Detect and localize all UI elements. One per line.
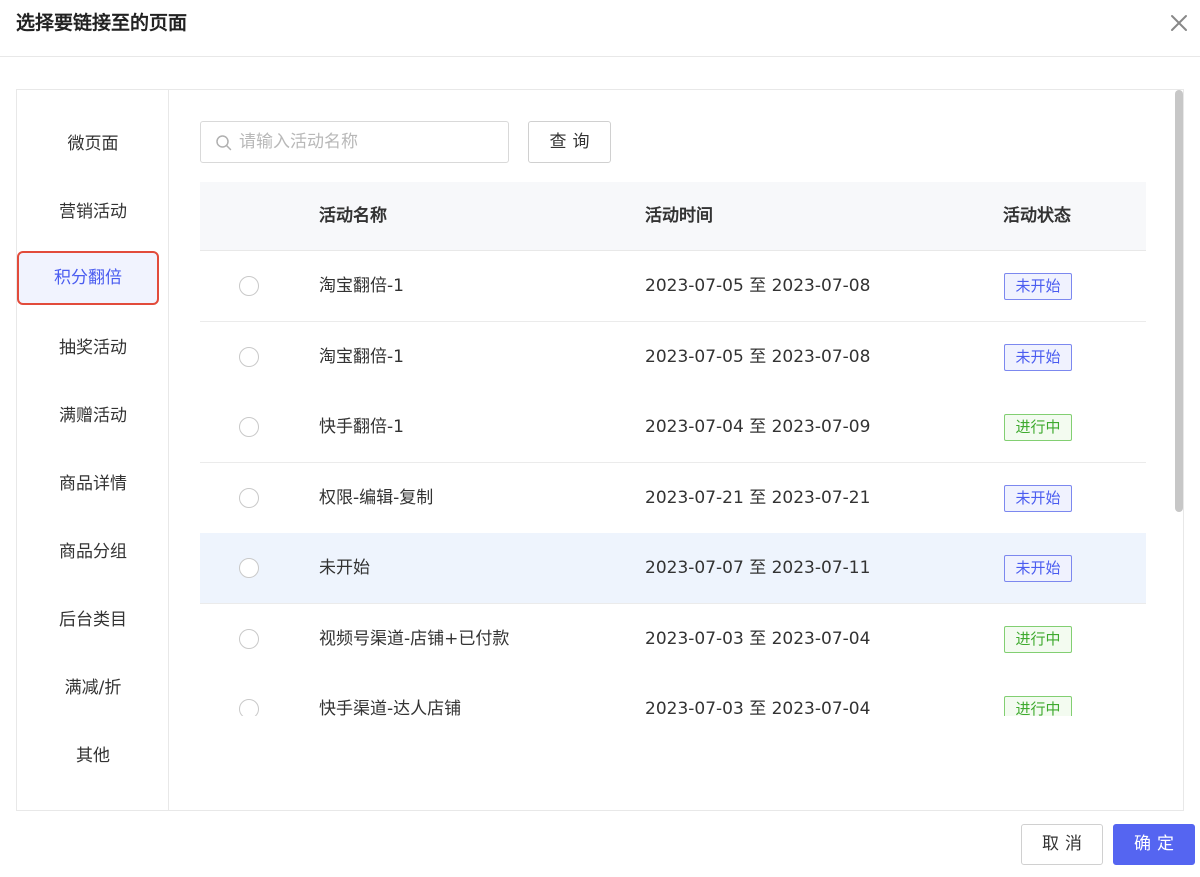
status-badge: 进行中	[1004, 696, 1072, 716]
row-radio[interactable]	[239, 699, 259, 716]
sidebar-item-points-double[interactable]: 积分翻倍	[17, 251, 159, 305]
search-box	[200, 121, 509, 163]
status-badge: 进行中	[1004, 414, 1072, 441]
search-icon	[216, 135, 232, 151]
activity-time: 2023-07-05 至 2023-07-08	[645, 276, 871, 296]
status-badge: 未开始	[1004, 273, 1072, 300]
activity-time: 2023-07-21 至 2023-07-21	[645, 488, 871, 508]
row-radio[interactable]	[239, 347, 259, 367]
table-row[interactable]: 权限-编辑-复制 2023-07-21 至 2023-07-21 未开始	[200, 463, 1146, 534]
activity-name: 视频号渠道-店铺+已付款	[319, 629, 510, 649]
column-header-name: 活动名称	[319, 206, 387, 226]
table-row[interactable]: 快手渠道-达人店铺 2023-07-03 至 2023-07-04 进行中	[200, 674, 1146, 716]
page-type-sidebar: 微页面 营销活动 积分翻倍 抽奖活动 满赠活动 商品详情 商品分组 后台类目 满…	[17, 90, 169, 810]
activity-time: 2023-07-03 至 2023-07-04	[645, 699, 871, 716]
sidebar-item-lottery[interactable]: 抽奖活动	[17, 321, 169, 375]
status-badge: 进行中	[1004, 626, 1072, 653]
table-header: 活动名称 活动时间 活动状态	[200, 182, 1146, 251]
activity-table: 活动名称 活动时间 活动状态 淘宝翻倍-1 2023-07-05 至 2023-…	[200, 182, 1146, 716]
activity-name: 淘宝翻倍-1	[319, 276, 404, 296]
table-row[interactable]: 快手翻倍-1 2023-07-04 至 2023-07-09 进行中	[200, 392, 1146, 463]
sidebar-item-other[interactable]: 其他	[17, 729, 169, 783]
sidebar-item-product-detail[interactable]: 商品详情	[17, 457, 169, 511]
activity-name: 快手翻倍-1	[319, 417, 404, 437]
table-row[interactable]: 未开始 2023-07-07 至 2023-07-11 未开始	[200, 533, 1146, 604]
row-radio[interactable]	[239, 488, 259, 508]
scrollbar-thumb[interactable]	[1175, 90, 1183, 512]
row-radio[interactable]	[239, 417, 259, 437]
activity-name: 快手渠道-达人店铺	[319, 699, 462, 716]
table-row[interactable]: 淘宝翻倍-1 2023-07-05 至 2023-07-08 未开始	[200, 251, 1146, 322]
dialog-header: 选择要链接至的页面	[0, 0, 1200, 57]
sidebar-item-gift[interactable]: 满赠活动	[17, 389, 169, 443]
status-badge: 未开始	[1004, 485, 1072, 512]
sidebar-item-discount[interactable]: 满减/折	[17, 661, 169, 715]
row-radio[interactable]	[239, 629, 259, 649]
dialog-body: 微页面 营销活动 积分翻倍 抽奖活动 满赠活动 商品详情 商品分组 后台类目 满…	[16, 89, 1184, 811]
main-panel: 查询 活动名称 活动时间 活动状态 淘宝翻倍-1 2023-07-05 至 20…	[170, 90, 1170, 810]
close-icon	[1171, 15, 1187, 31]
activity-name: 淘宝翻倍-1	[319, 347, 404, 367]
cancel-button[interactable]: 取消	[1021, 824, 1103, 865]
activity-time: 2023-07-03 至 2023-07-04	[645, 629, 871, 649]
row-radio[interactable]	[239, 276, 259, 296]
query-button[interactable]: 查询	[528, 121, 611, 163]
activity-time: 2023-07-04 至 2023-07-09	[645, 417, 871, 437]
sidebar-item-micro-page[interactable]: 微页面	[17, 117, 169, 171]
row-radio[interactable]	[239, 558, 259, 578]
sidebar-item-product-group[interactable]: 商品分组	[17, 525, 169, 579]
column-header-time: 活动时间	[645, 206, 713, 226]
sidebar-item-marketing[interactable]: 营销活动	[17, 185, 169, 239]
dialog-title: 选择要链接至的页面	[16, 12, 188, 34]
close-button[interactable]	[1166, 10, 1192, 36]
confirm-button[interactable]: 确定	[1113, 824, 1195, 865]
table-row[interactable]: 淘宝翻倍-1 2023-07-05 至 2023-07-08 未开始	[200, 322, 1146, 393]
activity-time: 2023-07-05 至 2023-07-08	[645, 347, 871, 367]
activity-name: 未开始	[319, 558, 370, 578]
table-row[interactable]: 视频号渠道-店铺+已付款 2023-07-03 至 2023-07-04 进行中	[200, 604, 1146, 675]
activity-name: 权限-编辑-复制	[319, 488, 434, 508]
status-badge: 未开始	[1004, 555, 1072, 582]
sidebar-item-backend-category[interactable]: 后台类目	[17, 593, 169, 647]
column-header-status: 活动状态	[1003, 206, 1071, 226]
status-badge: 未开始	[1004, 344, 1072, 371]
search-input[interactable]	[239, 123, 501, 161]
activity-time: 2023-07-07 至 2023-07-11	[645, 558, 871, 578]
